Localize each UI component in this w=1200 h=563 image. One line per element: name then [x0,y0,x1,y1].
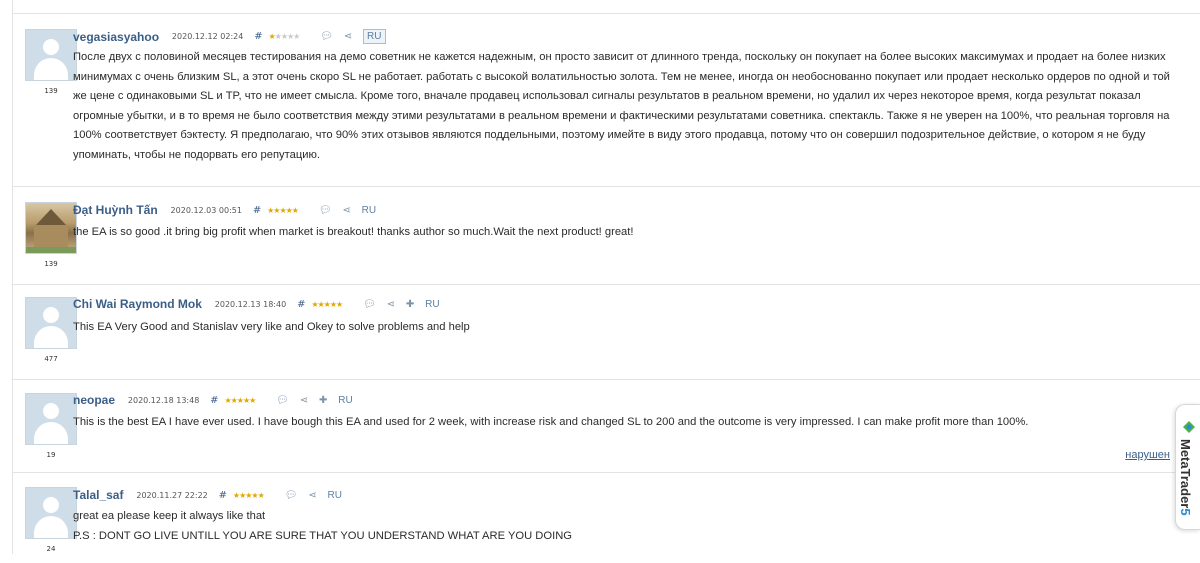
author-rating-count: 477 [44,355,58,363]
plus-icon[interactable]: ✚ [406,299,414,310]
speech-bubble-icon[interactable]: 💬︎ [363,299,376,310]
metatrader5-side-tab[interactable]: MetaTrader5 [1175,404,1200,530]
review-meta: Talal_saf 2020.11.27 22:22 # ★★★★★ 💬︎ ⋖ … [73,488,342,502]
speech-bubble-icon[interactable]: 💬︎ [319,205,332,216]
review-meta: vegasiasyahoo 2020.12.12 02:24 # ★★★★★ 💬… [73,29,386,44]
author-rating-count: 139 [44,260,58,268]
report-violation-link[interactable]: нарушен [1125,449,1170,461]
avatar[interactable] [25,393,77,445]
plus-icon[interactable]: ✚ [319,395,327,406]
author-name[interactable]: Chi Wai Raymond Mok [73,297,202,311]
avatar[interactable] [25,487,77,539]
review-meta: Đạt Huỳnh Tấn 2020.12.03 00:51 # ★★★★★ 💬… [73,203,376,217]
share-icon[interactable]: ⋖ [308,490,316,501]
permalink-hash[interactable]: # [253,205,261,216]
author-name[interactable]: Talal_saf [73,488,123,502]
review-avatar-column: 139 [24,29,78,95]
review-text: the EA is so good .it bring big profit w… [73,226,634,238]
author-rating-count: 139 [44,87,58,95]
translate-ru-button[interactable]: RU [425,299,439,310]
review-avatar-column: 19 [24,393,78,459]
review-text: После двух с половиной месяцев тестирова… [73,51,1170,161]
avatar[interactable] [25,297,77,349]
share-icon[interactable]: ⋖ [387,299,395,310]
author-name[interactable]: vegasiasyahoo [73,30,159,44]
star-rating: ★★★★★ [224,395,256,405]
metatrader-logo-icon [1183,421,1195,433]
review-avatar-column: 477 [24,297,78,363]
review-date: 2020.12.18 13:48 [127,395,200,405]
share-icon[interactable]: ⋖ [300,395,308,406]
speech-bubble-icon[interactable]: 💬︎ [285,490,298,501]
review-meta: neopae 2020.12.18 13:48 # ★★★★★ 💬︎ ⋖ ✚ R… [73,393,353,407]
review-text: This is the best EA I have ever used. I … [73,416,1029,428]
speech-bubble-icon[interactable]: 💬︎ [320,31,333,42]
star-rating: ★★★★★ [268,32,300,41]
permalink-hash[interactable]: # [210,395,218,406]
review-text-line: great ea please keep it always like that [73,510,266,522]
review-date: 2020.12.12 02:24 [171,32,244,41]
metatrader-label: MetaTrader5 [1178,439,1193,516]
translate-ru-button[interactable]: RU [327,490,341,501]
review-date: 2020.12.03 00:51 [170,205,242,215]
translate-ru-button[interactable]: RU [363,29,386,44]
author-name[interactable]: Đạt Huỳnh Tấn [73,203,158,217]
review-avatar-column: 139 [24,202,78,268]
avatar[interactable] [25,29,77,81]
permalink-hash[interactable]: # [254,31,262,42]
avatar[interactable] [25,202,77,254]
share-icon[interactable]: ⋖ [342,205,350,216]
star-rating: ★★★★★ [232,490,265,500]
translate-ru-button[interactable]: RU [338,395,352,406]
author-name[interactable]: neopae [73,393,115,407]
review-date: 2020.11.27 22:22 [136,490,208,500]
review-meta: Chi Wai Raymond Mok 2020.12.13 18:40 # ★… [73,297,440,311]
permalink-hash[interactable]: # [297,299,305,310]
review-avatar-column: 24 [24,487,78,553]
star-rating: ★★★★★ [311,299,343,309]
star-rating: ★★★★★ [267,205,299,215]
review-text-line: P.S : DONT GO LIVE UNTILL YOU ARE SURE T… [73,529,572,542]
review-text: great ea please keep it always like that… [73,507,1186,546]
author-rating-count: 24 [46,545,56,553]
translate-ru-button[interactable]: RU [362,205,376,216]
author-rating-count: 19 [46,451,56,459]
review-text: This EA Very Good and Stanislav very lik… [73,321,470,333]
share-icon[interactable]: ⋖ [344,31,352,42]
permalink-hash[interactable]: # [219,490,227,501]
speech-bubble-icon[interactable]: 💬︎ [276,395,289,406]
review-date: 2020.12.13 18:40 [214,299,287,309]
